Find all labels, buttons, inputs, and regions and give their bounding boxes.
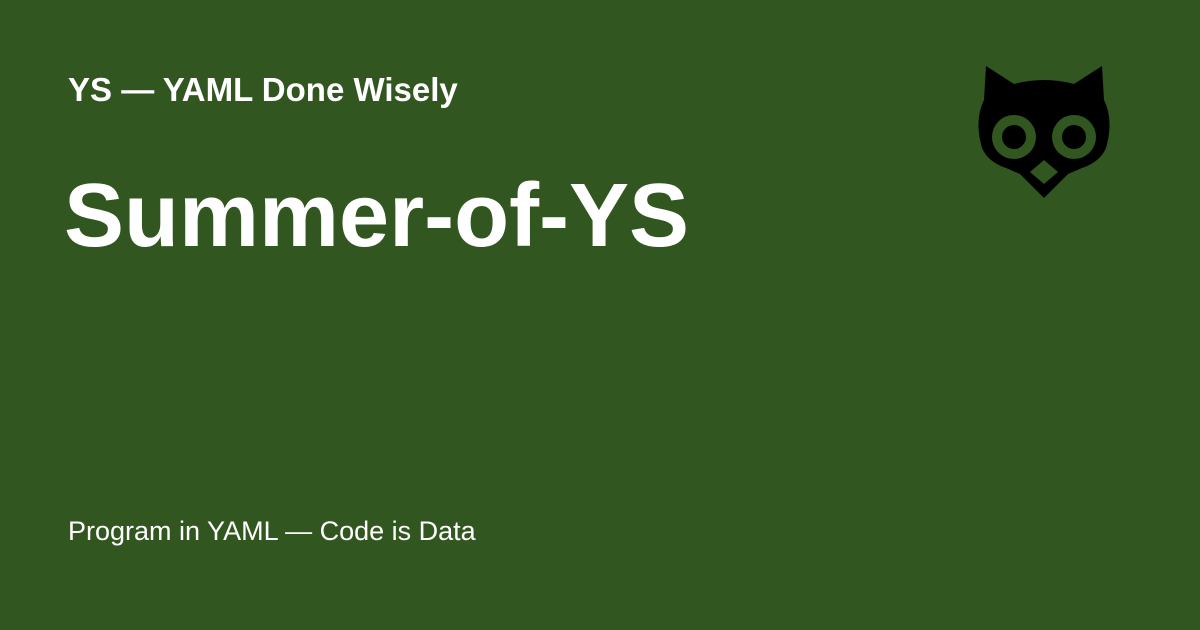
site-title: YS — YAML Done Wisely	[68, 71, 458, 108]
social-card: YS — YAML Done Wisely Summer-of-YS Progr…	[0, 0, 1200, 630]
page-title: Summer-of-YS	[64, 166, 690, 266]
tagline: Program in YAML — Code is Data	[68, 516, 476, 546]
owl-logo-icon	[978, 66, 1110, 198]
